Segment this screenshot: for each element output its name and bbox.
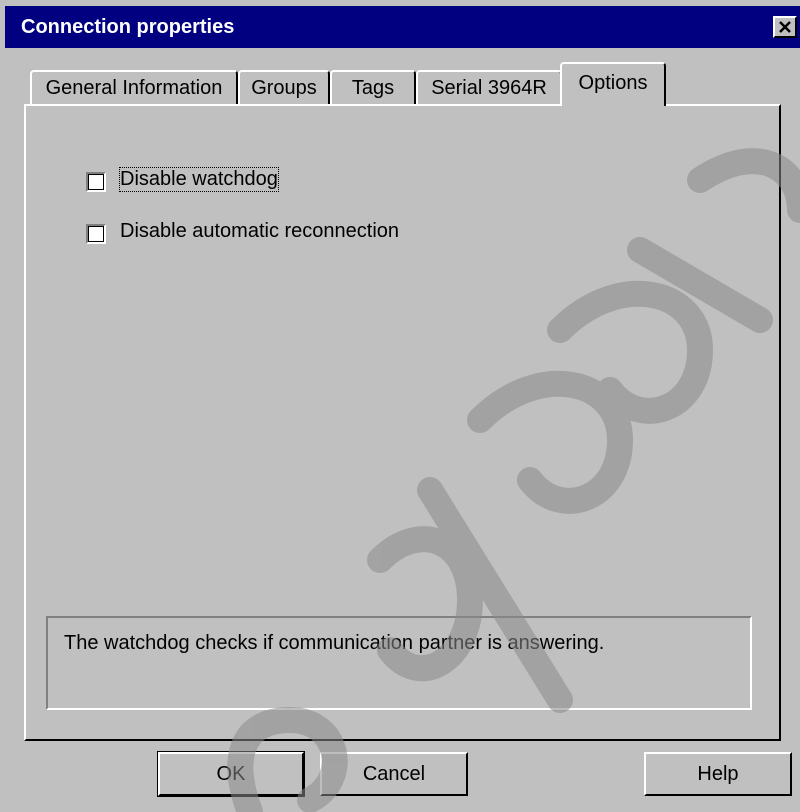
cancel-button[interactable]: Cancel xyxy=(320,752,468,796)
tab-label: General Information xyxy=(45,76,223,99)
disable-reconnection-label[interactable]: Disable automatic reconnection xyxy=(120,220,399,243)
tab-tags[interactable]: Tags xyxy=(330,70,416,104)
tab-general-information[interactable]: General Information xyxy=(30,70,238,104)
cancel-button-label: Cancel xyxy=(362,762,426,785)
options-panel: Disable watchdog Disable automatic recon… xyxy=(24,104,781,741)
tab-label: Serial 3964R xyxy=(431,76,547,99)
disable-watchdog-checkbox[interactable] xyxy=(86,172,106,192)
close-button[interactable] xyxy=(773,16,797,38)
disable-reconnection-checkbox[interactable] xyxy=(86,224,106,244)
help-button-label: Help xyxy=(697,762,739,785)
help-button[interactable]: Help xyxy=(644,752,792,796)
close-icon xyxy=(778,21,792,33)
tab-label: Options xyxy=(578,72,648,94)
disable-watchdog-label[interactable]: Disable watchdog xyxy=(119,167,279,192)
window-title: Connection properties xyxy=(21,16,235,38)
description-box: The watchdog checks if communication par… xyxy=(46,616,752,710)
ok-button[interactable]: OK xyxy=(157,751,305,797)
title-bar: Connection properties xyxy=(5,6,800,48)
tab-serial-3964r[interactable]: Serial 3964R xyxy=(416,70,562,104)
tab-label: Groups xyxy=(251,76,317,99)
description-text: The watchdog checks if communication par… xyxy=(64,632,605,654)
tab-label: Tags xyxy=(351,76,395,99)
ok-button-label: OK xyxy=(216,762,246,785)
connection-properties-dialog: Connection properties General Informatio… xyxy=(0,0,800,812)
tab-groups[interactable]: Groups xyxy=(238,70,330,104)
tab-options[interactable]: Options xyxy=(560,62,666,106)
